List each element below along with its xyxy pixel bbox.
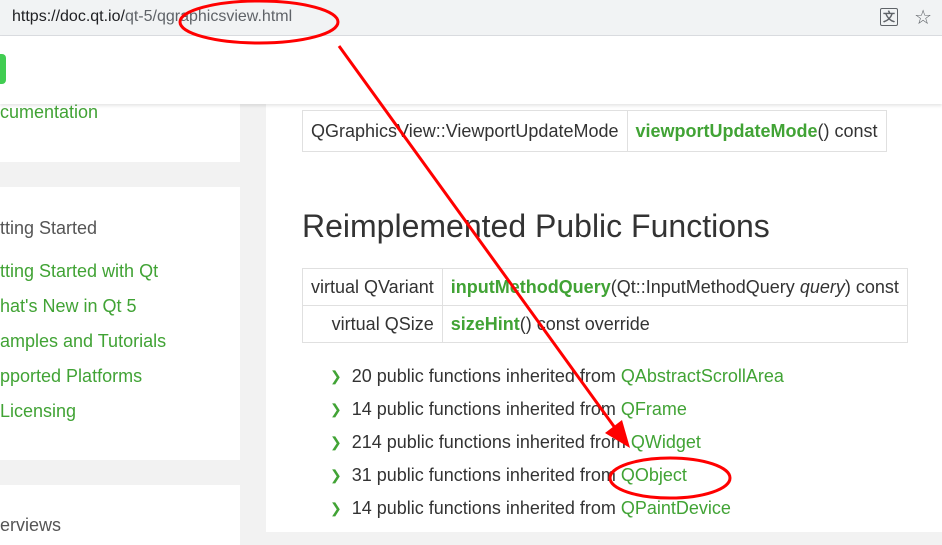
- main-content: QGraphicsView::ViewportUpdateMode viewpo…: [266, 104, 942, 532]
- function-cell: sizeHint() const override: [441, 305, 908, 343]
- reimplemented-functions-table: virtual QVariant inputMethodQuery(Qt::In…: [302, 268, 908, 343]
- function-cell: inputMethodQuery(Qt::InputMethodQuery qu…: [441, 268, 908, 306]
- sidebar-link-whats-new[interactable]: hat's New in Qt 5: [0, 296, 137, 317]
- list-item: ❯ 14 public functions inherited from QFra…: [330, 399, 687, 420]
- section-title: Reimplemented Public Functions: [302, 208, 770, 244]
- chevron-right-icon: ❯: [330, 434, 342, 450]
- return-type-cell: virtual QVariant: [302, 268, 443, 306]
- sidebar-heading-overviews: erviews: [0, 515, 62, 535]
- url-path: qt-5/qgraphicsview.html: [124, 8, 293, 25]
- public-functions-table-tail: QGraphicsView::ViewportUpdateMode viewpo…: [302, 110, 887, 152]
- url-host: https://doc.qt.io/: [12, 8, 125, 25]
- list-item: ❯ 20 public functions inherited from QAbs…: [330, 366, 784, 387]
- sidebar-link-getting-started-with-qt[interactable]: tting Started with Qt: [0, 261, 158, 282]
- sidebar-link-licensing[interactable]: Licensing: [0, 401, 76, 422]
- qt-logo[interactable]: [0, 54, 6, 84]
- sidebar-link-supported-platforms[interactable]: pported Platforms: [0, 366, 142, 387]
- function-link-viewportupdatemode[interactable]: viewportUpdateMode: [636, 121, 818, 141]
- function-link-inputmethodquery[interactable]: inputMethodQuery: [451, 277, 611, 297]
- translate-icon[interactable]: 文: [880, 8, 899, 26]
- sidebar-card-overviews: erviews: [0, 485, 240, 545]
- inherited-class-link[interactable]: QPaintDevice: [621, 498, 731, 518]
- chevron-right-icon: ❯: [330, 401, 342, 417]
- list-item: ❯ 214 public functions inherited from QWi…: [330, 432, 701, 453]
- function-args-post: ) const: [844, 276, 899, 297]
- function-link-sizehint[interactable]: sizeHint: [451, 314, 520, 334]
- sidebar-link-documentation[interactable]: cumentation: [0, 102, 98, 123]
- inherited-class-link[interactable]: QFrame: [621, 399, 687, 419]
- list-item: ❯ 14 public functions inherited from QPai…: [330, 498, 731, 519]
- inherited-count-text: 14 public functions inherited from: [351, 498, 621, 518]
- sidebar-card-getting-started: tting Started tting Started with Qt hat'…: [0, 187, 240, 460]
- return-type-cell: virtual QSize: [302, 305, 443, 343]
- site-header: [0, 36, 942, 104]
- table-row: virtual QSize sizeHint() const override: [302, 305, 908, 343]
- chevron-right-icon: ❯: [330, 467, 342, 483]
- function-param: query: [799, 276, 845, 297]
- table-row: QGraphicsView::ViewportUpdateMode viewpo…: [302, 110, 887, 152]
- browser-address-bar[interactable]: https://doc.qt.io/qt-5/qgraphicsview.htm…: [0, 0, 942, 36]
- chevron-right-icon: ❯: [330, 368, 342, 384]
- inherited-class-link[interactable]: QAbstractScrollArea: [621, 366, 784, 386]
- browser-action-icons: 文 ☆: [880, 6, 932, 28]
- inherited-class-link[interactable]: QObject: [621, 465, 687, 485]
- sidebar-link-examples-tutorials[interactable]: amples and Tutorials: [0, 331, 166, 352]
- inherited-count-text: 14 public functions inherited from: [351, 399, 621, 419]
- chevron-right-icon: ❯: [330, 500, 342, 516]
- list-item: ❯ 31 public functions inherited from QObj…: [330, 465, 687, 486]
- function-cell: viewportUpdateMode() const: [626, 110, 887, 152]
- inherited-count-text: 214 public functions inherited from: [351, 432, 631, 452]
- inherited-count-text: 31 public functions inherited from: [351, 465, 621, 485]
- sidebar-heading-getting-started: tting Started: [0, 218, 98, 238]
- bookmark-star-icon[interactable]: ☆: [914, 6, 932, 28]
- table-row: virtual QVariant inputMethodQuery(Qt::In…: [302, 268, 908, 306]
- inherited-class-link[interactable]: QWidget: [631, 432, 701, 452]
- function-args-pre: (Qt::InputMethodQuery: [610, 276, 800, 297]
- url-text[interactable]: https://doc.qt.io/qt-5/qgraphicsview.htm…: [12, 8, 292, 26]
- function-suffix: () const: [817, 120, 878, 141]
- return-type-cell: QGraphicsView::ViewportUpdateMode: [302, 110, 628, 152]
- inherited-count-text: 20 public functions inherited from: [351, 366, 621, 386]
- sidebar-card-documentation: cumentation: [0, 94, 240, 162]
- function-suffix: () const override: [519, 313, 650, 334]
